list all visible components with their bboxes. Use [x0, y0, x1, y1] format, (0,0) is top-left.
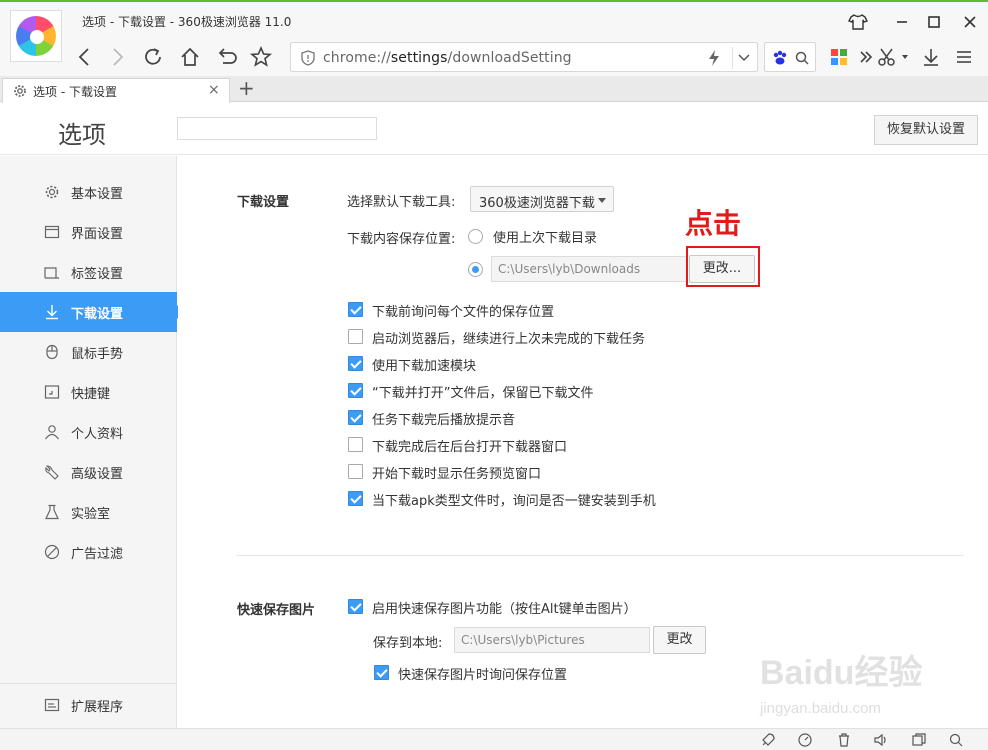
- tab-close-icon[interactable]: ×: [208, 82, 220, 98]
- checkbox-resume-unfinished[interactable]: [348, 329, 363, 344]
- block-icon: [44, 544, 60, 560]
- settings-content: 下载设置 选择默认下载工具: 360极速浏览器下载 下载内容保存位置: 使用上次…: [178, 156, 988, 728]
- watermark-logo: Baidu经验: [760, 654, 923, 692]
- checkbox-ask-picture-location[interactable]: [374, 665, 389, 680]
- keyboard-icon: [44, 385, 60, 399]
- download-tool-select[interactable]: 360极速浏览器下载: [470, 186, 614, 212]
- change-pictures-path-button[interactable]: 更改: [653, 626, 706, 654]
- apps-grid-icon[interactable]: [830, 48, 848, 66]
- window-switch-icon[interactable]: [911, 732, 927, 748]
- save-location-label: 下载内容保存位置:: [347, 232, 456, 247]
- main-menu-icon[interactable]: [953, 46, 975, 68]
- skin-icon[interactable]: [846, 12, 870, 32]
- save-to-label: 保存到本地:: [373, 636, 443, 651]
- watermark-url: jingyan.baidu.com: [760, 700, 881, 717]
- reload-icon[interactable]: [140, 44, 166, 70]
- search-icon[interactable]: [794, 50, 810, 66]
- checkbox-preview-window[interactable]: [348, 464, 363, 479]
- radio-last-directory[interactable]: [468, 229, 483, 244]
- checkbox-accelerate[interactable]: [348, 356, 363, 371]
- baidu-paw-icon[interactable]: [771, 49, 789, 67]
- sidebar-item-shortcuts[interactable]: 快捷键: [0, 372, 177, 412]
- dropdown-chevron-icon[interactable]: [737, 52, 751, 64]
- download-icon: [46, 305, 58, 320]
- radio-custom-directory[interactable]: [468, 262, 483, 277]
- zoom-icon[interactable]: [948, 732, 964, 748]
- security-shield-icon[interactable]: [301, 50, 315, 66]
- url-text: chrome://settings/downloadSetting: [323, 50, 572, 66]
- volume-icon[interactable]: [873, 732, 889, 748]
- gear-icon: [14, 85, 26, 97]
- sidebar-item-advanced[interactable]: 高级设置: [0, 452, 177, 492]
- download-path-field: C:\Users\lyb\Downloads: [491, 256, 687, 282]
- lightning-icon[interactable]: [707, 49, 721, 67]
- scissors-icon[interactable]: [876, 46, 898, 68]
- user-icon: [45, 425, 59, 440]
- download-toolbar-icon[interactable]: [920, 46, 942, 68]
- status-bar: [0, 728, 988, 750]
- restore-defaults-button[interactable]: 恢复默认设置: [874, 115, 978, 145]
- bookmark-star-icon[interactable]: [248, 44, 274, 70]
- sidebar-item-mouse-gestures[interactable]: 鼠标手势: [0, 332, 177, 372]
- download-section-title: 下载设置: [237, 195, 290, 210]
- gear-icon: [45, 185, 59, 199]
- undo-close-icon[interactable]: [213, 44, 239, 70]
- browser-logo[interactable]: [10, 10, 62, 62]
- minimize-icon[interactable]: [890, 12, 914, 32]
- wrench-icon: [45, 465, 59, 480]
- tab-strip: 选项 - 下载设置 × +: [0, 76, 988, 103]
- extension-icon: [44, 698, 60, 712]
- settings-sidebar: 基本设置 界面设置 标签设置 下载设置 鼠标手势 快捷键 个人资料 高级设置 实…: [0, 156, 184, 728]
- tab-icon: [44, 267, 59, 279]
- address-bar[interactable]: chrome://settings/downloadSetting: [290, 42, 758, 72]
- scissors-menu-caret-icon[interactable]: [900, 52, 910, 62]
- pictures-path-field: C:\Users\lyb\Pictures: [454, 627, 650, 653]
- search-engine-box[interactable]: [764, 42, 816, 72]
- checkbox-keep-opened-file[interactable]: [348, 383, 363, 398]
- close-window-icon[interactable]: [958, 12, 982, 32]
- rocket-icon[interactable]: [760, 732, 776, 748]
- checkbox-play-sound[interactable]: [348, 410, 363, 425]
- flask-icon: [45, 504, 59, 520]
- tab-label: 选项 - 下载设置: [33, 85, 117, 99]
- sidebar-item-basic[interactable]: 基本设置: [0, 172, 177, 212]
- forward-icon[interactable]: [104, 44, 130, 70]
- section-divider: [236, 555, 964, 556]
- sidebar-item-ad-filter[interactable]: 广告过滤: [0, 532, 177, 572]
- browser-window: 选项 - 下载设置 - 360极速浏览器 11.0 chrome://setti…: [0, 0, 988, 750]
- default-tool-label: 选择默认下载工具:: [347, 195, 456, 210]
- quick-save-section-title: 快速保存图片: [237, 603, 316, 618]
- home-icon[interactable]: [177, 44, 203, 70]
- window-icon: [44, 225, 60, 239]
- page-title: 选项: [58, 121, 106, 149]
- sidebar-item-download[interactable]: 下载设置: [0, 292, 184, 332]
- title-bar: 选项 - 下载设置 - 360极速浏览器 11.0 chrome://setti…: [0, 0, 988, 76]
- sidebar-item-extensions[interactable]: 扩展程序: [0, 685, 177, 725]
- sidebar-item-profile[interactable]: 个人资料: [0, 412, 177, 452]
- logo-icon: [16, 16, 56, 56]
- checkbox-quick-save[interactable]: [348, 599, 363, 614]
- settings-header: 选项 恢复默认设置: [0, 103, 988, 155]
- checkbox-open-manager[interactable]: [348, 437, 363, 452]
- annotation-click-label: 点击: [685, 207, 742, 240]
- window-title: 选项 - 下载设置 - 360极速浏览器 11.0: [82, 15, 292, 29]
- maximize-icon[interactable]: [922, 12, 946, 32]
- new-tab-button[interactable]: +: [238, 78, 255, 98]
- tab-settings[interactable]: 选项 - 下载设置 ×: [2, 78, 230, 103]
- select-caret-icon: [598, 198, 606, 203]
- annotation-highlight-box: [686, 246, 760, 287]
- back-icon[interactable]: [72, 44, 98, 70]
- checkbox-apk-install[interactable]: [348, 491, 363, 506]
- settings-search-input[interactable]: [177, 117, 377, 140]
- mouse-icon: [46, 344, 58, 360]
- more-extensions-icon[interactable]: [858, 48, 874, 66]
- radio-last-directory-label: 使用上次下载目录: [493, 231, 598, 246]
- trash-icon[interactable]: [836, 732, 852, 748]
- speed-icon[interactable]: [797, 732, 813, 748]
- sidebar-item-interface[interactable]: 界面设置: [0, 212, 177, 252]
- sidebar-item-tabs[interactable]: 标签设置: [0, 252, 177, 292]
- checkbox-ask-location[interactable]: [348, 302, 363, 317]
- sidebar-item-lab[interactable]: 实验室: [0, 492, 177, 532]
